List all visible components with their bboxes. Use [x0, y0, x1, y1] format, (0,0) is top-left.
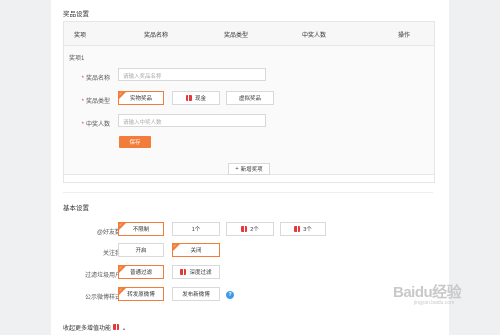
follow-on-option[interactable]: 开启 [118, 243, 164, 257]
col-type: 奖品类型 [224, 33, 249, 39]
winner-count-input[interactable]: 请输入中奖人数 [118, 114, 266, 127]
winner-count-label: * 中奖人数 [81, 122, 110, 128]
col-action: 操作 [398, 33, 411, 39]
type-virtual-option[interactable]: 虚拟奖品 [226, 91, 274, 105]
friends-2-option[interactable]: 2个 [226, 222, 274, 236]
publish-repost-option[interactable]: ✓ 转发原微博 [118, 287, 164, 301]
filter-deep-option[interactable]: 深度过滤 [172, 265, 220, 279]
save-button[interactable]: 保存 [119, 136, 151, 148]
follow-label: 关注我 [102, 251, 121, 257]
prize-name-label: * 奖品名称 [81, 76, 110, 82]
collapse-more-link[interactable]: 收起更多增值功能 ▲ [63, 323, 126, 332]
publish-style-label: 公示微博样式 [84, 295, 121, 301]
plus-icon: + [235, 166, 239, 172]
col-name: 奖品名称 [144, 33, 169, 39]
friends-unlimited-option[interactable]: ✓ 不限制 [118, 222, 164, 236]
watermark-logo: Baidu经验 [393, 284, 462, 301]
friends-3-option[interactable]: 3个 [280, 222, 326, 236]
prize-type-label: * 奖品类型 [81, 99, 110, 105]
type-physical-option[interactable]: ✓ 实物奖品 [118, 91, 164, 105]
prize-section-title: 奖品设置 [63, 11, 89, 18]
basic-section-title: 基本设置 [63, 205, 89, 212]
section-divider [63, 192, 433, 193]
watermark-url: jingyan.baidu.com [414, 300, 455, 306]
col-count: 中奖人数 [302, 33, 327, 39]
prize-item-label: 奖项1 [69, 56, 85, 62]
help-icon[interactable]: ? [226, 291, 234, 299]
filter-normal-option[interactable]: ✓ 普通过滤 [118, 265, 164, 279]
col-prize: 奖项 [74, 33, 87, 39]
prize-edit-row [64, 46, 434, 175]
type-cash-option[interactable]: 现金 [172, 91, 220, 105]
prize-table-header: 奖项 奖品名称 奖品类型 中奖人数 操作 [64, 22, 434, 46]
gift-icon [113, 324, 120, 330]
gift-icon [241, 226, 248, 232]
gift-icon [180, 269, 187, 275]
prize-name-input[interactable]: 请输入奖品名称 [118, 68, 266, 81]
follow-off-option[interactable]: ✓ 关闭 [172, 243, 220, 257]
gift-icon [294, 226, 301, 232]
friends-1-option[interactable]: 1个 [172, 222, 220, 236]
gift-icon [185, 95, 192, 101]
publish-new-option[interactable]: 发布新微博 [172, 287, 220, 301]
add-prize-button[interactable]: + 新增奖项 [228, 163, 270, 175]
chevron-up-icon: ▲ [122, 326, 126, 331]
friends-label: @好友数 [96, 230, 121, 236]
filter-label: 过滤垃圾用户 [84, 273, 121, 279]
